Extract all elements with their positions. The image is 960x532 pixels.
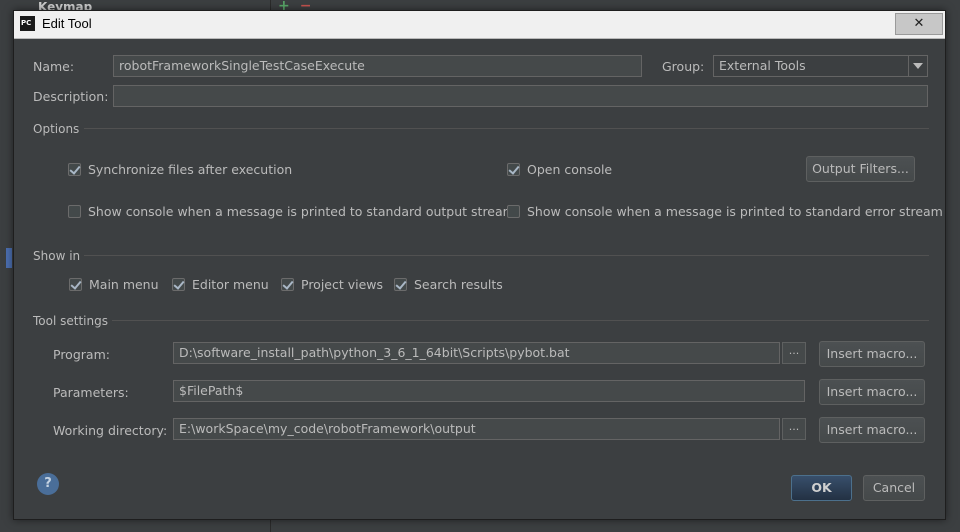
- output-filters-button[interactable]: Output Filters...: [806, 156, 915, 182]
- editor-menu-checkbox[interactable]: [172, 278, 185, 291]
- edit-tool-dialog: PC Edit Tool ✕ Name: robotFrameworkSingl…: [13, 10, 946, 520]
- parameters-insert-macro-button[interactable]: Insert macro...: [819, 379, 925, 405]
- sync-files-label: Synchronize files after execution: [88, 162, 293, 177]
- help-icon[interactable]: ?: [37, 473, 59, 495]
- description-label: Description:: [33, 89, 109, 104]
- show-console-stderr-checkbox[interactable]: [507, 205, 520, 218]
- main-menu-label: Main menu: [89, 277, 159, 292]
- working-directory-label: Working directory:: [53, 423, 168, 438]
- show-console-stderr-label: Show console when a message is printed t…: [527, 204, 943, 219]
- search-results-label: Search results: [414, 277, 503, 292]
- chevron-down-icon[interactable]: [908, 56, 927, 76]
- search-results-checkbox[interactable]: [394, 278, 407, 291]
- tool-settings-section-title: Tool settings: [33, 314, 108, 328]
- ok-button[interactable]: OK: [791, 475, 852, 501]
- open-console-label: Open console: [527, 162, 613, 177]
- dialog-titlebar: PC Edit Tool ✕: [14, 11, 945, 39]
- project-views-label: Project views: [301, 277, 384, 292]
- tool-settings-separator: [112, 320, 929, 321]
- sidebar-selection-marker: [6, 248, 12, 268]
- program-insert-macro-button[interactable]: Insert macro...: [819, 341, 925, 367]
- dialog-title: Edit Tool: [42, 16, 92, 31]
- show-in-separator: [84, 255, 929, 256]
- program-browse-button[interactable]: ...: [782, 342, 806, 364]
- name-field[interactable]: robotFrameworkSingleTestCaseExecute: [113, 55, 642, 77]
- name-label: Name:: [33, 59, 75, 74]
- options-section-title: Options: [33, 122, 80, 136]
- program-field[interactable]: D:\software_install_path\python_3_6_1_64…: [173, 342, 780, 364]
- sync-files-checkbox[interactable]: [68, 163, 81, 176]
- working-directory-browse-button[interactable]: ...: [782, 418, 806, 440]
- group-label: Group:: [662, 59, 705, 74]
- show-in-section-title: Show in: [33, 249, 81, 263]
- parameters-label: Parameters:: [53, 385, 129, 400]
- working-directory-field[interactable]: E:\workSpace\my_code\robotFramework\outp…: [173, 418, 780, 440]
- main-menu-checkbox[interactable]: [69, 278, 82, 291]
- open-console-checkbox[interactable]: [507, 163, 520, 176]
- show-console-stdout-label: Show console when a message is printed t…: [88, 204, 515, 219]
- project-views-checkbox[interactable]: [281, 278, 294, 291]
- group-combobox[interactable]: External Tools: [713, 55, 928, 77]
- options-separator: [84, 128, 929, 129]
- working-directory-insert-macro-button[interactable]: Insert macro...: [819, 417, 925, 443]
- parameters-field[interactable]: $FilePath$: [173, 380, 805, 402]
- cancel-button[interactable]: Cancel: [863, 475, 925, 501]
- group-value: External Tools: [719, 58, 806, 73]
- program-label: Program:: [53, 347, 110, 362]
- close-button[interactable]: ✕: [895, 13, 943, 35]
- pycharm-icon: PC: [20, 16, 35, 31]
- editor-menu-label: Editor menu: [192, 277, 269, 292]
- show-console-stdout-checkbox[interactable]: [68, 205, 81, 218]
- description-field[interactable]: [113, 85, 928, 107]
